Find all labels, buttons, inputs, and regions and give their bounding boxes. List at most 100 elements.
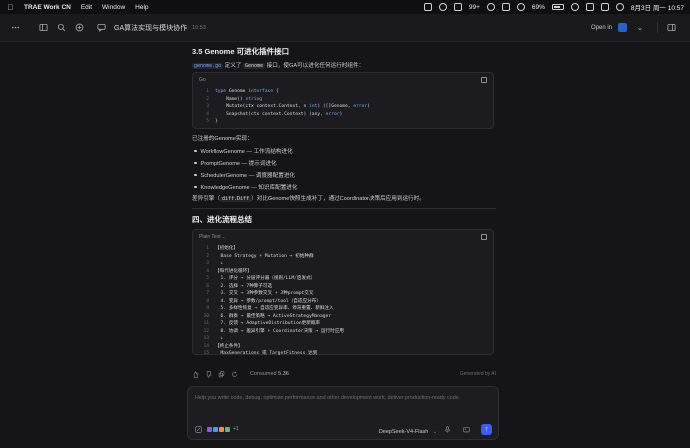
apple-icon[interactable]:  bbox=[6, 3, 15, 12]
tray-clock-icon[interactable] bbox=[516, 3, 525, 11]
menu-edit[interactable]: Edit bbox=[81, 4, 92, 11]
code-text: 3. 交叉 → 3种参数交叉 + 3种prompt交叉 bbox=[215, 291, 314, 296]
code-line: 2 Name() string bbox=[199, 96, 487, 104]
section-heading: 3.5 Genome 可进化插件接口 bbox=[192, 47, 290, 56]
copy-icon[interactable] bbox=[481, 76, 487, 83]
tray-status-icon[interactable] bbox=[438, 3, 447, 11]
upload-image-icon[interactable] bbox=[462, 425, 470, 433]
context-icon bbox=[207, 426, 212, 432]
line-number: 4 bbox=[206, 268, 209, 274]
chat-input-placeholder[interactable]: Help you write code, debug, optimize per… bbox=[195, 395, 460, 401]
thumbs-down-icon[interactable] bbox=[205, 370, 212, 378]
code-text: ↓ bbox=[215, 336, 224, 341]
code-block-header: Go bbox=[193, 73, 493, 86]
code-line: 9 5. 多样性恢复 → 自适应变异率、停滞重置、新鲜注入 bbox=[199, 305, 487, 313]
copy-icon[interactable] bbox=[218, 370, 225, 378]
divider bbox=[657, 22, 658, 33]
battery-icon[interactable] bbox=[551, 4, 564, 10]
menu-app[interactable]: TRAE Work CN bbox=[24, 4, 71, 11]
microphone-icon[interactable] bbox=[443, 425, 451, 433]
bullet-dot bbox=[194, 161, 197, 165]
regenerate-icon[interactable] bbox=[231, 371, 238, 378]
siri-icon[interactable] bbox=[615, 3, 624, 11]
code-lang-label: Go bbox=[199, 76, 206, 83]
bullet-dot bbox=[194, 173, 197, 177]
panel-toggle-icon[interactable] bbox=[664, 21, 678, 35]
code-text: 【终止条件】 bbox=[215, 343, 243, 349]
chevron-down-icon[interactable]: ⌄ bbox=[633, 21, 647, 35]
tray-app-icon[interactable] bbox=[423, 3, 432, 11]
line-number: 14 bbox=[203, 343, 209, 349]
wechat-icon[interactable] bbox=[453, 3, 462, 11]
line-number: 8 bbox=[206, 298, 209, 304]
line-number: 5 bbox=[206, 276, 209, 281]
code-block-plaintext: Plain Text ⌄ 1 【初始化】 2 Base Strategy + Mut… bbox=[192, 229, 494, 358]
chat-input-box[interactable]: Help you write code, debug, optimize per… bbox=[187, 386, 499, 440]
bullet-dot bbox=[194, 185, 197, 189]
conversation-title[interactable]: GA算法实现与模块协作 bbox=[114, 23, 187, 33]
list-item: SchedulerGenome — 调度器配置进化 bbox=[192, 171, 295, 179]
list-item: PromptGenome — 提示词进化 bbox=[192, 159, 277, 167]
code-lang-label[interactable]: Plain Text ⌄ bbox=[199, 234, 225, 240]
code-line: 14 【终止条件】 bbox=[199, 343, 487, 351]
line-number: 7 bbox=[206, 291, 209, 296]
model-selector[interactable]: DeepSeek-V4-Flash ⌄ bbox=[379, 420, 437, 438]
menu-bar-clock[interactable]: 8月3日 周一 10:57 bbox=[631, 2, 684, 12]
intro-text: 接口，使GA可以进化任何运行时组件： bbox=[265, 63, 365, 69]
diff-text: ）对比Genome快照生成补丁，通过Coordinator决策后应用到运行时。 bbox=[251, 196, 425, 202]
code-text: 1. 评分 → 分层评分器（规则/LLM/启发式） bbox=[215, 276, 316, 281]
intro-text: 定义了 bbox=[223, 63, 243, 69]
code-line: 4 【每代进化循环】 bbox=[199, 268, 487, 276]
more-icon[interactable] bbox=[8, 21, 22, 35]
code-lang-text: Plain Text bbox=[199, 233, 221, 240]
input-actions: DeepSeek-V4-Flash ⌄ ↑ bbox=[379, 420, 492, 438]
control-center-icon[interactable] bbox=[600, 3, 609, 11]
file-link[interactable]: genome.go bbox=[192, 63, 224, 69]
chat-input-toolbar: +1 DeepSeek-V4-Flash ⌄ ↑ bbox=[194, 423, 492, 435]
code-text: type Genome interface { bbox=[215, 89, 279, 94]
tokens-consumed: Consumed 5.36 bbox=[250, 371, 289, 377]
open-in-button[interactable]: Open in bbox=[591, 25, 612, 31]
line-number: 9 bbox=[206, 306, 209, 311]
code-block-go: Go 1 type Genome interface {2 Name() stri… bbox=[192, 72, 494, 129]
menu-bar:  TRAE Work CN Edit Window Help 99+ 69% … bbox=[0, 0, 690, 14]
context-count[interactable]: +1 bbox=[233, 426, 239, 432]
model-name: DeepSeek-V4-Flash bbox=[378, 429, 429, 435]
list-item-text: KnowledgeGenome — 知识库配置进化 bbox=[200, 185, 298, 191]
line-number: 1 bbox=[206, 246, 209, 251]
thumbs-up-icon[interactable] bbox=[192, 370, 199, 378]
search-icon[interactable] bbox=[54, 21, 68, 35]
code-line: 12 8. 协调 → 差异引擎 + Coordinator决策 → 运行时应用 bbox=[199, 328, 487, 336]
menu-window[interactable]: Window bbox=[102, 4, 125, 11]
tray-display-icon[interactable] bbox=[501, 3, 510, 11]
list-item-text: SchedulerGenome — 调度器配置进化 bbox=[200, 173, 296, 179]
line-number: 13 bbox=[203, 336, 209, 341]
code-text: Base Strategy + Mutation → 初始种群 bbox=[215, 253, 314, 259]
code-line: 10 6. 群奏 → 最佳策略 → ActiveStrategyManager bbox=[199, 313, 487, 321]
new-chat-icon[interactable] bbox=[72, 21, 86, 35]
list-item: WorkflowGenome — 工作流结构进化 bbox=[192, 147, 293, 155]
menu-help[interactable]: Help bbox=[135, 4, 148, 11]
context-chips[interactable] bbox=[207, 426, 230, 432]
code-text: 2. 选择 → 7种算子可选 bbox=[215, 283, 273, 289]
sidebar-toggle-icon[interactable] bbox=[36, 21, 50, 35]
line-number: 3 bbox=[206, 261, 209, 266]
message-actions: Consumed 5.36 Generated by AI bbox=[192, 369, 496, 379]
code-block-body: 1 【初始化】 2 Base Strategy + Mutation → 初始种群 3… bbox=[193, 243, 493, 358]
notification-count[interactable]: 99+ bbox=[469, 4, 480, 11]
wifi-icon[interactable] bbox=[570, 3, 579, 11]
line-number: 12 bbox=[203, 328, 209, 334]
intro-paragraph: genome.go 定义了 Genome 接口，使GA可以进化任何运行时组件： bbox=[192, 61, 364, 69]
context-icon bbox=[219, 426, 224, 432]
line-number: 11 bbox=[203, 321, 209, 326]
code-line: 2 Base Strategy + Mutation → 初始种群 bbox=[199, 253, 487, 261]
search-icon[interactable] bbox=[585, 3, 594, 11]
send-button[interactable]: ↑ bbox=[481, 423, 492, 435]
line-number: 4 bbox=[206, 111, 209, 117]
editor-app-icon[interactable] bbox=[618, 23, 627, 32]
code-text: Snapshot(ctx context.Context) (any, erro… bbox=[215, 111, 343, 117]
line-number: 6 bbox=[206, 283, 209, 289]
attach-icon[interactable] bbox=[194, 425, 202, 433]
copy-icon[interactable] bbox=[481, 233, 487, 240]
tray-sync-icon[interactable] bbox=[486, 3, 495, 11]
